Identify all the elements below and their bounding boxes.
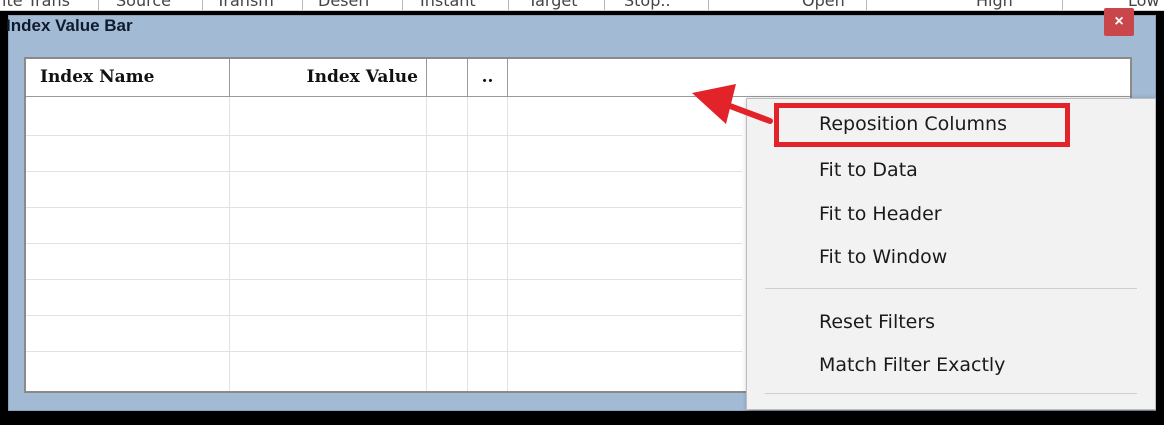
- annotation-arrow-icon: [692, 84, 773, 124]
